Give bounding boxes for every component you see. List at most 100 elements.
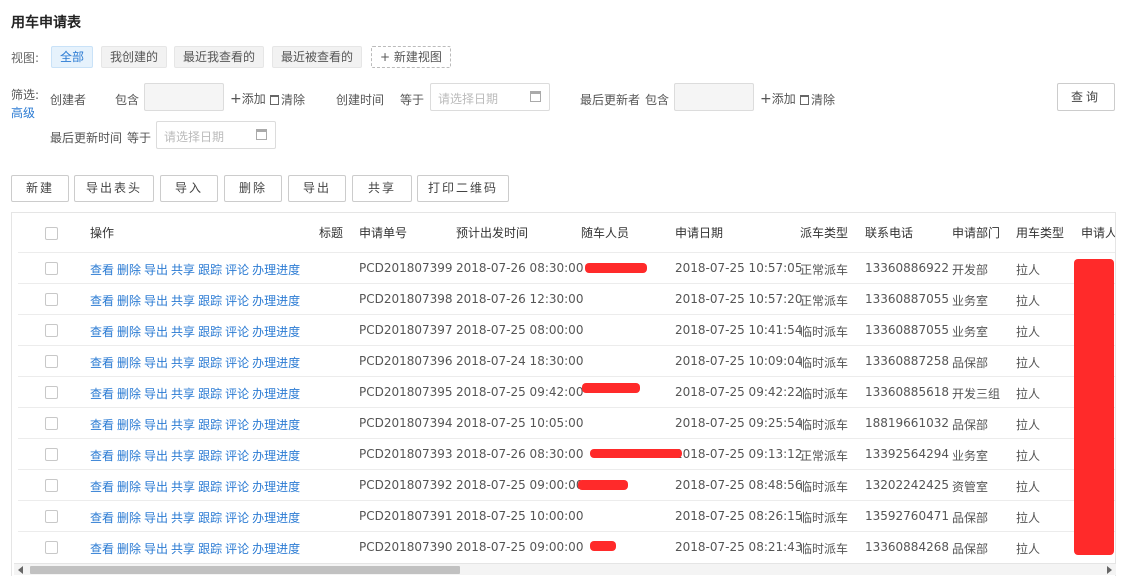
delete-link[interactable]: 删除: [117, 387, 141, 401]
last-updater-add-button[interactable]: +添加: [760, 90, 796, 107]
share-link[interactable]: 共享: [171, 542, 195, 556]
delete-link[interactable]: 删除: [117, 511, 141, 525]
row-checkbox[interactable]: [45, 355, 58, 368]
view-all[interactable]: 全部: [51, 46, 94, 68]
export-link[interactable]: 导出: [144, 294, 168, 308]
view-link[interactable]: 查看: [90, 356, 114, 370]
export-button[interactable]: 导出: [288, 175, 346, 202]
row-checkbox[interactable]: [45, 541, 58, 554]
view-link[interactable]: 查看: [90, 511, 114, 525]
track-link[interactable]: 跟踪: [198, 387, 222, 401]
table-row[interactable]: 查看 删除 导出 共享 跟踪 评论 办理进度 PCD201807395 2018-07-25 0…: [18, 376, 1115, 407]
track-link[interactable]: 跟踪: [198, 356, 222, 370]
delete-link[interactable]: 删除: [117, 480, 141, 494]
view-link[interactable]: 查看: [90, 325, 114, 339]
row-checkbox[interactable]: [45, 448, 58, 461]
print-qrcode-button[interactable]: 打印二维码: [417, 175, 509, 202]
table-row[interactable]: 查看 删除 导出 共享 跟踪 评论 办理进度 PCD201807391 2018-07-25 1…: [18, 500, 1115, 531]
creator-add-button[interactable]: +添加: [230, 90, 266, 107]
view-created-by-me[interactable]: 我创建的: [101, 46, 168, 68]
track-link[interactable]: 跟踪: [198, 325, 222, 339]
comment-link[interactable]: 评论: [225, 325, 249, 339]
view-link[interactable]: 查看: [90, 387, 114, 401]
comment-link[interactable]: 评论: [225, 294, 249, 308]
advanced-filter-link[interactable]: 高级: [11, 104, 35, 121]
row-checkbox[interactable]: [45, 262, 58, 275]
progress-link[interactable]: 办理进度: [252, 356, 300, 370]
comment-link[interactable]: 评论: [225, 387, 249, 401]
table-row[interactable]: 查看 删除 导出 共享 跟踪 评论 办理进度 PCD201807394 2018-07-25 1…: [18, 407, 1115, 438]
col-header-applicant[interactable]: 申请人: [1081, 224, 1115, 241]
table-row[interactable]: 查看 删除 导出 共享 跟踪 评论 办理进度 PCD201807392 2018-07-25 0…: [18, 469, 1115, 500]
share-link[interactable]: 共享: [171, 387, 195, 401]
export-header-button[interactable]: 导出表头: [74, 175, 154, 202]
horizontal-scrollbar[interactable]: [14, 563, 1116, 575]
delete-link[interactable]: 删除: [117, 542, 141, 556]
delete-link[interactable]: 删除: [117, 449, 141, 463]
table-row[interactable]: 查看 删除 导出 共享 跟踪 评论 办理进度 PCD201807397 2018-07-25 0…: [18, 314, 1115, 345]
export-link[interactable]: 导出: [144, 387, 168, 401]
progress-link[interactable]: 办理进度: [252, 387, 300, 401]
delete-button[interactable]: 删除: [224, 175, 282, 202]
comment-link[interactable]: 评论: [225, 263, 249, 277]
row-checkbox[interactable]: [45, 293, 58, 306]
row-checkbox[interactable]: [45, 417, 58, 430]
view-link[interactable]: 查看: [90, 449, 114, 463]
share-link[interactable]: 共享: [171, 418, 195, 432]
share-button[interactable]: 共享: [352, 175, 412, 202]
view-recently-viewed[interactable]: 最近被查看的: [272, 46, 363, 68]
share-link[interactable]: 共享: [171, 356, 195, 370]
row-checkbox[interactable]: [45, 479, 58, 492]
share-link[interactable]: 共享: [171, 263, 195, 277]
progress-link[interactable]: 办理进度: [252, 449, 300, 463]
table-row[interactable]: 查看 删除 导出 共享 跟踪 评论 办理进度 PCD201807396 2018-07-24 1…: [18, 345, 1115, 376]
progress-link[interactable]: 办理进度: [252, 325, 300, 339]
progress-link[interactable]: 办理进度: [252, 263, 300, 277]
comment-link[interactable]: 评论: [225, 480, 249, 494]
progress-link[interactable]: 办理进度: [252, 511, 300, 525]
query-button[interactable]: 查询: [1057, 83, 1115, 111]
track-link[interactable]: 跟踪: [198, 418, 222, 432]
export-link[interactable]: 导出: [144, 263, 168, 277]
last-update-date-input[interactable]: 请选择日期: [156, 121, 276, 149]
comment-link[interactable]: 评论: [225, 511, 249, 525]
share-link[interactable]: 共享: [171, 480, 195, 494]
col-header-companions[interactable]: 随车人员: [581, 224, 629, 241]
row-checkbox[interactable]: [45, 386, 58, 399]
col-header-apply-date[interactable]: 申请日期: [675, 224, 723, 241]
table-row[interactable]: 查看 删除 导出 共享 跟踪 评论 办理进度 PCD201807398 2018-07-26 1…: [18, 283, 1115, 314]
track-link[interactable]: 跟踪: [198, 542, 222, 556]
col-header-request-no[interactable]: 申请单号: [359, 224, 407, 241]
comment-link[interactable]: 评论: [225, 449, 249, 463]
delete-link[interactable]: 删除: [117, 294, 141, 308]
export-link[interactable]: 导出: [144, 511, 168, 525]
new-view-button[interactable]: + 新建视图: [371, 46, 451, 68]
comment-link[interactable]: 评论: [225, 356, 249, 370]
progress-link[interactable]: 办理进度: [252, 294, 300, 308]
view-link[interactable]: 查看: [90, 263, 114, 277]
progress-link[interactable]: 办理进度: [252, 480, 300, 494]
row-checkbox[interactable]: [45, 324, 58, 337]
creator-input[interactable]: [144, 83, 224, 111]
col-header-departure-time[interactable]: 预计出发时间: [456, 224, 528, 241]
delete-link[interactable]: 删除: [117, 356, 141, 370]
last-updater-clear-button[interactable]: 清除: [800, 91, 835, 108]
share-link[interactable]: 共享: [171, 325, 195, 339]
header-checkbox[interactable]: [45, 227, 58, 240]
delete-link[interactable]: 删除: [117, 418, 141, 432]
track-link[interactable]: 跟踪: [198, 511, 222, 525]
view-link[interactable]: 查看: [90, 418, 114, 432]
last-updater-input[interactable]: [674, 83, 754, 111]
view-link[interactable]: 查看: [90, 542, 114, 556]
delete-link[interactable]: 删除: [117, 263, 141, 277]
delete-link[interactable]: 删除: [117, 325, 141, 339]
share-link[interactable]: 共享: [171, 294, 195, 308]
export-link[interactable]: 导出: [144, 356, 168, 370]
share-link[interactable]: 共享: [171, 449, 195, 463]
progress-link[interactable]: 办理进度: [252, 542, 300, 556]
import-button[interactable]: 导入: [160, 175, 218, 202]
track-link[interactable]: 跟踪: [198, 294, 222, 308]
table-row[interactable]: 查看 删除 导出 共享 跟踪 评论 办理进度 PCD201807390 2018-07-25 0…: [18, 531, 1115, 562]
row-checkbox[interactable]: [45, 510, 58, 523]
progress-link[interactable]: 办理进度: [252, 418, 300, 432]
